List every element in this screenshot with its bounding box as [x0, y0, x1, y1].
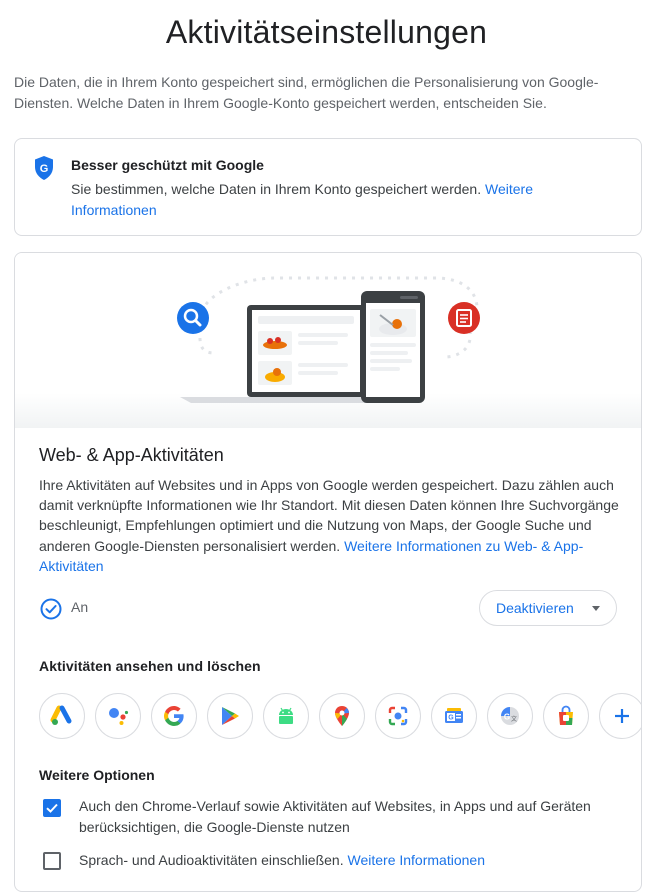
- svg-text:文: 文: [511, 715, 517, 723]
- deactivate-label: Deaktivieren: [496, 600, 574, 616]
- section-description: Ihre Aktivitäten auf Websites und in App…: [39, 475, 629, 576]
- intro-text: Die Daten, die in Ihrem Konto gespeicher…: [14, 74, 599, 111]
- google-search-icon[interactable]: [151, 693, 197, 739]
- google-lens-icon[interactable]: [375, 693, 421, 739]
- deactivate-button[interactable]: Deaktivieren: [479, 590, 617, 626]
- audio-activity-checkbox[interactable]: [43, 852, 61, 870]
- google-translate-icon[interactable]: G文: [487, 693, 533, 739]
- protected-title: Besser geschützt mit Google: [71, 157, 264, 173]
- protected-text: Sie bestimmen, welche Daten in Ihrem Kon…: [71, 179, 611, 221]
- shield-g-icon: G: [33, 155, 55, 181]
- hero-illustration: [15, 253, 641, 428]
- app-icons-row: G G文: [39, 693, 641, 743]
- chrome-history-checkbox[interactable]: [43, 799, 61, 817]
- android-icon[interactable]: [263, 693, 309, 739]
- audio-activity-text: Sprach- und Audioaktivitäten einschließe…: [79, 852, 344, 868]
- page-title: Aktivitätseinstellungen: [165, 14, 488, 50]
- google-play-icon[interactable]: [207, 693, 253, 739]
- chrome-history-label: Auch den Chrome-Verlauf sowie Aktivitäte…: [79, 798, 591, 835]
- add-icon[interactable]: [599, 693, 641, 739]
- chevron-down-icon: [592, 606, 600, 611]
- protected-description: Sie bestimmen, welche Daten in Ihrem Kon…: [71, 181, 482, 197]
- svg-text:G: G: [504, 713, 510, 722]
- google-shopping-icon[interactable]: [543, 693, 589, 739]
- more-options-title: Weitere Optionen: [39, 767, 155, 783]
- google-assistant-icon[interactable]: [95, 693, 141, 739]
- audio-learn-more-link[interactable]: Weitere Informationen: [348, 852, 485, 868]
- check-circle-icon: [40, 598, 62, 620]
- svg-text:G: G: [448, 715, 454, 722]
- check-icon: [46, 803, 58, 813]
- view-delete-title: Aktivitäten ansehen und löschen: [39, 658, 261, 674]
- section-title: Web- & App-Aktivitäten: [39, 445, 224, 465]
- protected-card: G Besser geschützt mit Google Sie bestim…: [14, 138, 642, 236]
- audio-activity-label: Sprach- und Audioaktivitäten einschließe…: [79, 850, 619, 871]
- web-app-activity-card: Web- & App-Aktivitäten Ihre Aktivitäten …: [14, 252, 642, 892]
- google-news-icon[interactable]: G: [431, 693, 477, 739]
- svg-text:G: G: [40, 163, 49, 175]
- status-label: An: [71, 599, 89, 615]
- google-maps-icon[interactable]: [319, 693, 365, 739]
- google-ads-icon[interactable]: [39, 693, 85, 739]
